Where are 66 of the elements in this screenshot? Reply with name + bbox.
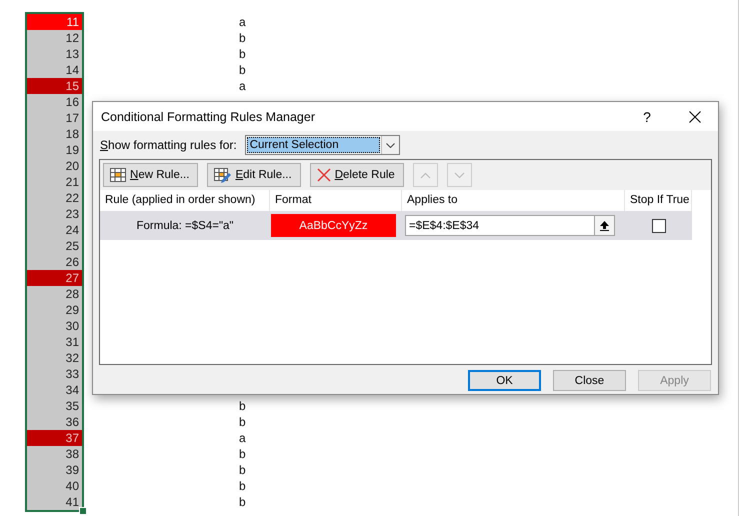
row-number[interactable]: 14 [27, 62, 82, 78]
cell-value: b [239, 478, 246, 494]
row-number[interactable]: 15 [27, 78, 82, 94]
chevron-down-icon[interactable] [386, 142, 395, 148]
scope-dropdown[interactable]: Current Selection [244, 135, 400, 155]
row-number[interactable]: 29 [27, 302, 82, 318]
row-number[interactable]: 31 [27, 334, 82, 350]
cell-value: b [239, 30, 246, 46]
row-number[interactable]: 35 [27, 398, 82, 414]
row-number[interactable]: 21 [27, 174, 82, 190]
row-number[interactable]: 32 [27, 350, 82, 366]
row-number[interactable]: 16 [27, 94, 82, 110]
close-icon[interactable] [689, 110, 701, 122]
applies-to-field[interactable]: =$E$4:$E$34 [405, 215, 615, 236]
row-number[interactable]: 34 [27, 382, 82, 398]
row-number[interactable]: 19 [27, 142, 82, 158]
row-number[interactable]: 28 [27, 286, 82, 302]
toolbar-button[interactable]: New Rule... [103, 163, 198, 187]
help-button[interactable]: ? [622, 108, 672, 124]
fill-handle[interactable] [79, 507, 87, 515]
toolbar-button[interactable]: Delete Rule [310, 163, 404, 187]
dialog-title: Conditional Formatting Rules Manager [101, 110, 316, 124]
stop-if-true-checkbox[interactable] [652, 218, 666, 232]
chevron-down-icon [454, 172, 465, 178]
row-number[interactable]: 39 [27, 462, 82, 478]
rule-cell[interactable]: Formula: =$S4="a" [100, 211, 270, 240]
row-number[interactable]: 12 [27, 30, 82, 46]
cell-value: a [239, 78, 246, 94]
row-number[interactable]: 38 [27, 446, 82, 462]
arrow-up-icon[interactable] [600, 220, 609, 230]
row-number[interactable]: 27 [27, 270, 82, 286]
row-number[interactable]: 33 [27, 366, 82, 382]
row-number[interactable]: 37 [27, 430, 82, 446]
cell-value: a [239, 14, 246, 30]
row-number[interactable]: 40 [27, 478, 82, 494]
row-number[interactable]: 11 [27, 14, 82, 30]
row-number[interactable]: 18 [27, 126, 82, 142]
cell-value: b [239, 414, 246, 430]
delete-icon [316, 168, 331, 182]
row-number[interactable]: 26 [27, 254, 82, 270]
row-number[interactable]: 23 [27, 206, 82, 222]
cell-value: b [239, 62, 246, 78]
row-number[interactable]: 30 [27, 318, 82, 334]
row-number[interactable]: 22 [27, 190, 82, 206]
row-number[interactable]: 20 [27, 158, 82, 174]
table-icon [110, 168, 126, 182]
cell-value: b [239, 494, 246, 510]
row-number[interactable]: 24 [27, 222, 82, 238]
format-preview: AaBbCcYyZz [271, 214, 396, 237]
cell-value: b [239, 462, 246, 478]
row-number[interactable]: 13 [27, 46, 82, 62]
row-number[interactable]: 25 [27, 238, 82, 254]
dialog-button[interactable]: OK [468, 370, 541, 391]
show-rules-label: Show formatting rules for: [100, 138, 237, 152]
dialog-button[interactable]: Close [553, 370, 626, 391]
cell-value: b [239, 446, 246, 462]
cell-value: b [239, 46, 246, 62]
cell-value: b [239, 398, 246, 414]
row-number[interactable]: 17 [27, 110, 82, 126]
row-number[interactable]: 36 [27, 414, 82, 430]
row-number[interactable]: 41 [27, 494, 82, 510]
collapse-button[interactable] [594, 216, 614, 235]
table-pencil-icon [214, 168, 232, 182]
cell-value: a [239, 430, 246, 446]
toolbar-button[interactable]: Edit Rule... [207, 163, 301, 187]
chevron-up-icon [420, 172, 431, 178]
